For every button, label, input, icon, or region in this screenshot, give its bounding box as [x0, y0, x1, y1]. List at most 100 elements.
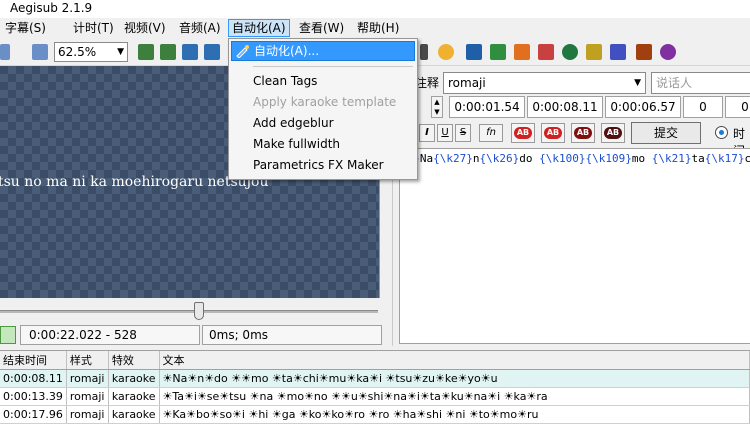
zoom-value: 62.5% — [58, 45, 97, 59]
table-row[interactable]: 0:00:08.11 romaji karaoke ☀Na☀n☀do ☀☀mo … — [0, 369, 750, 388]
style-select[interactable]: romaji ▼ — [443, 72, 646, 94]
time-radio[interactable] — [715, 126, 728, 139]
col-header-text[interactable]: 文本 — [159, 351, 750, 370]
clock-icon[interactable] — [562, 44, 578, 60]
menu-item-label: Add edgeblur — [253, 116, 334, 130]
spellcheck-icon[interactable] — [586, 44, 602, 60]
table-row[interactable]: 0:00:13.39 romaji karaoke ☀Ta☀i☀se☀tsu ☀… — [0, 387, 750, 406]
video-offset-field: 0ms; 0ms — [202, 325, 382, 345]
timing-icon[interactable] — [466, 44, 482, 60]
cell-effect: karaoke — [108, 369, 160, 388]
gear-icon[interactable] — [438, 44, 454, 60]
shadow-color-button[interactable]: AB — [601, 123, 625, 143]
menu-item-label: Clean Tags — [253, 74, 318, 88]
chevron-down-icon: ▼ — [634, 78, 641, 88]
outline-color-button[interactable]: AB — [571, 123, 595, 143]
override-tag: {\k109} — [585, 152, 632, 165]
underline-button[interactable]: U — [437, 124, 453, 142]
window-title: Aegisub 2.1.9 — [10, 1, 93, 15]
menu-subtitle[interactable]: 字幕(S) — [2, 19, 49, 37]
video-seek-slider[interactable] — [0, 300, 380, 322]
play-icon[interactable] — [0, 326, 16, 344]
menu-automation[interactable]: 自动化(A) — [228, 19, 290, 37]
override-tag: {\k27} — [433, 152, 473, 165]
zoom-out-icon[interactable] — [0, 44, 10, 60]
text-segment: ta — [691, 152, 705, 165]
text-segment: c — [744, 152, 750, 165]
menu-audio[interactable]: 音频(A) — [176, 19, 224, 37]
layer-spinner[interactable]: ▲ ▼ — [431, 96, 443, 118]
menu-item-parametrics-fx[interactable]: Parametrics FX Maker — [231, 155, 415, 175]
translate-icon[interactable] — [610, 44, 626, 60]
menu-view[interactable]: 查看(W) — [296, 19, 347, 37]
col-header-end[interactable]: 结束时间 — [0, 351, 67, 370]
find-icon[interactable] — [514, 44, 530, 60]
text-segment: Na — [419, 152, 434, 165]
color-ab-icon: AB — [544, 127, 562, 139]
col-header-effect[interactable]: 特效 — [108, 351, 160, 370]
secondary-color-button[interactable]: AB — [541, 123, 565, 143]
menu-separator — [253, 66, 413, 67]
font-button[interactable]: fn — [479, 124, 503, 142]
menu-timing[interactable]: 计时(T) — [70, 19, 117, 37]
color-ab-icon: AB — [514, 127, 532, 139]
automation-icon — [236, 44, 250, 59]
start-time-field[interactable]: 0:00:01.54 — [449, 96, 525, 118]
jump-start-icon[interactable] — [182, 44, 198, 60]
chevron-down-icon: ▼ — [117, 47, 124, 57]
menu-item-add-edgeblur[interactable]: Add edgeblur — [231, 113, 415, 133]
cell-end: 0:00:08.11 — [0, 369, 67, 388]
tt-icon[interactable] — [660, 44, 676, 60]
menu-item-apply-karaoke: Apply karaoke template — [231, 92, 415, 112]
duration-field[interactable]: 0:00:06.57 — [605, 96, 681, 118]
seek-track[interactable] — [0, 310, 378, 313]
zoom-in-icon[interactable] — [32, 44, 48, 60]
override-tag: {\k17} — [704, 152, 745, 165]
col-header-style[interactable]: 样式 — [66, 351, 109, 370]
cell-effect: karaoke — [108, 405, 160, 424]
menu-item-clean-tags[interactable]: Clean Tags — [231, 71, 415, 91]
snap-end-icon[interactable] — [160, 44, 176, 60]
margin-left-field[interactable]: 0 — [683, 96, 723, 118]
table-row[interactable]: 0:00:17.96 romaji karaoke ☀Ka☀bo☀so☀i ☀h… — [0, 405, 750, 424]
comment-checkbox-label[interactable]: 注释 — [415, 74, 439, 91]
subtitle-grid[interactable]: 结束时间 样式 特效 文本 0:00:08.11 romaji karaoke … — [0, 350, 750, 425]
cell-text: ☀Na☀n☀do ☀☀mo ☀ta☀chi☀mu☀ka☀i ☀tsu☀zu☀ke… — [159, 369, 750, 388]
hammer-icon[interactable] — [636, 44, 652, 60]
color-ab-icon: AB — [604, 127, 622, 139]
text-segment: do — [519, 152, 540, 165]
jump-end-icon[interactable] — [204, 44, 220, 60]
strikeout-button[interactable]: S — [455, 124, 471, 142]
primary-color-button[interactable]: AB — [511, 123, 535, 143]
title-bar: Aegisub 2.1.9 — [0, 0, 750, 18]
color-ab-icon: AB — [574, 127, 592, 139]
italic-button[interactable]: I — [419, 124, 435, 142]
override-tag: {\k100} — [539, 152, 586, 165]
subtitle-edit-panel: 注释 romaji ▼ 说话人 ▲ ▼ 0:00:01.54 0:00:08.11… — [392, 66, 750, 346]
replace-icon[interactable] — [538, 44, 554, 60]
menu-help[interactable]: 帮助(H) — [354, 19, 402, 37]
actor-field[interactable]: 说话人 — [651, 72, 750, 94]
menu-item-label: Parametrics FX Maker — [253, 158, 384, 172]
subtitle-text-editor[interactable]: 71}Na{\k27}n{\k26}do {\k100}{\k109}mo {\… — [399, 148, 750, 344]
snap-start-icon[interactable] — [138, 44, 154, 60]
separator-icon — [420, 44, 428, 60]
seek-thumb[interactable] — [194, 302, 204, 320]
time-display-row: 0:00:22.022 - 528 0ms; 0ms — [0, 324, 382, 346]
commit-button[interactable]: 提交 — [631, 122, 701, 144]
text-segment: n — [472, 152, 480, 165]
text-segment: mo — [631, 152, 652, 165]
menu-video[interactable]: 视频(V) — [121, 19, 169, 37]
zoom-select[interactable]: 62.5% ▼ — [54, 42, 128, 62]
margin-right-field[interactable]: 0 — [725, 96, 750, 118]
cell-style: romaji — [66, 405, 109, 424]
refresh-icon[interactable] — [490, 44, 506, 60]
menu-item-label: 自动化(A)... — [254, 44, 320, 58]
override-tag: {\k26} — [479, 152, 520, 165]
cell-effect: karaoke — [108, 387, 160, 406]
end-time-field[interactable]: 0:00:08.11 — [527, 96, 603, 118]
video-position-field[interactable]: 0:00:22.022 - 528 — [20, 325, 200, 345]
cell-end: 0:00:17.96 — [0, 405, 67, 424]
menu-item-automation-manager[interactable]: 自动化(A)... — [231, 41, 415, 61]
menu-item-make-fullwidth[interactable]: Make fullwidth — [231, 134, 415, 154]
